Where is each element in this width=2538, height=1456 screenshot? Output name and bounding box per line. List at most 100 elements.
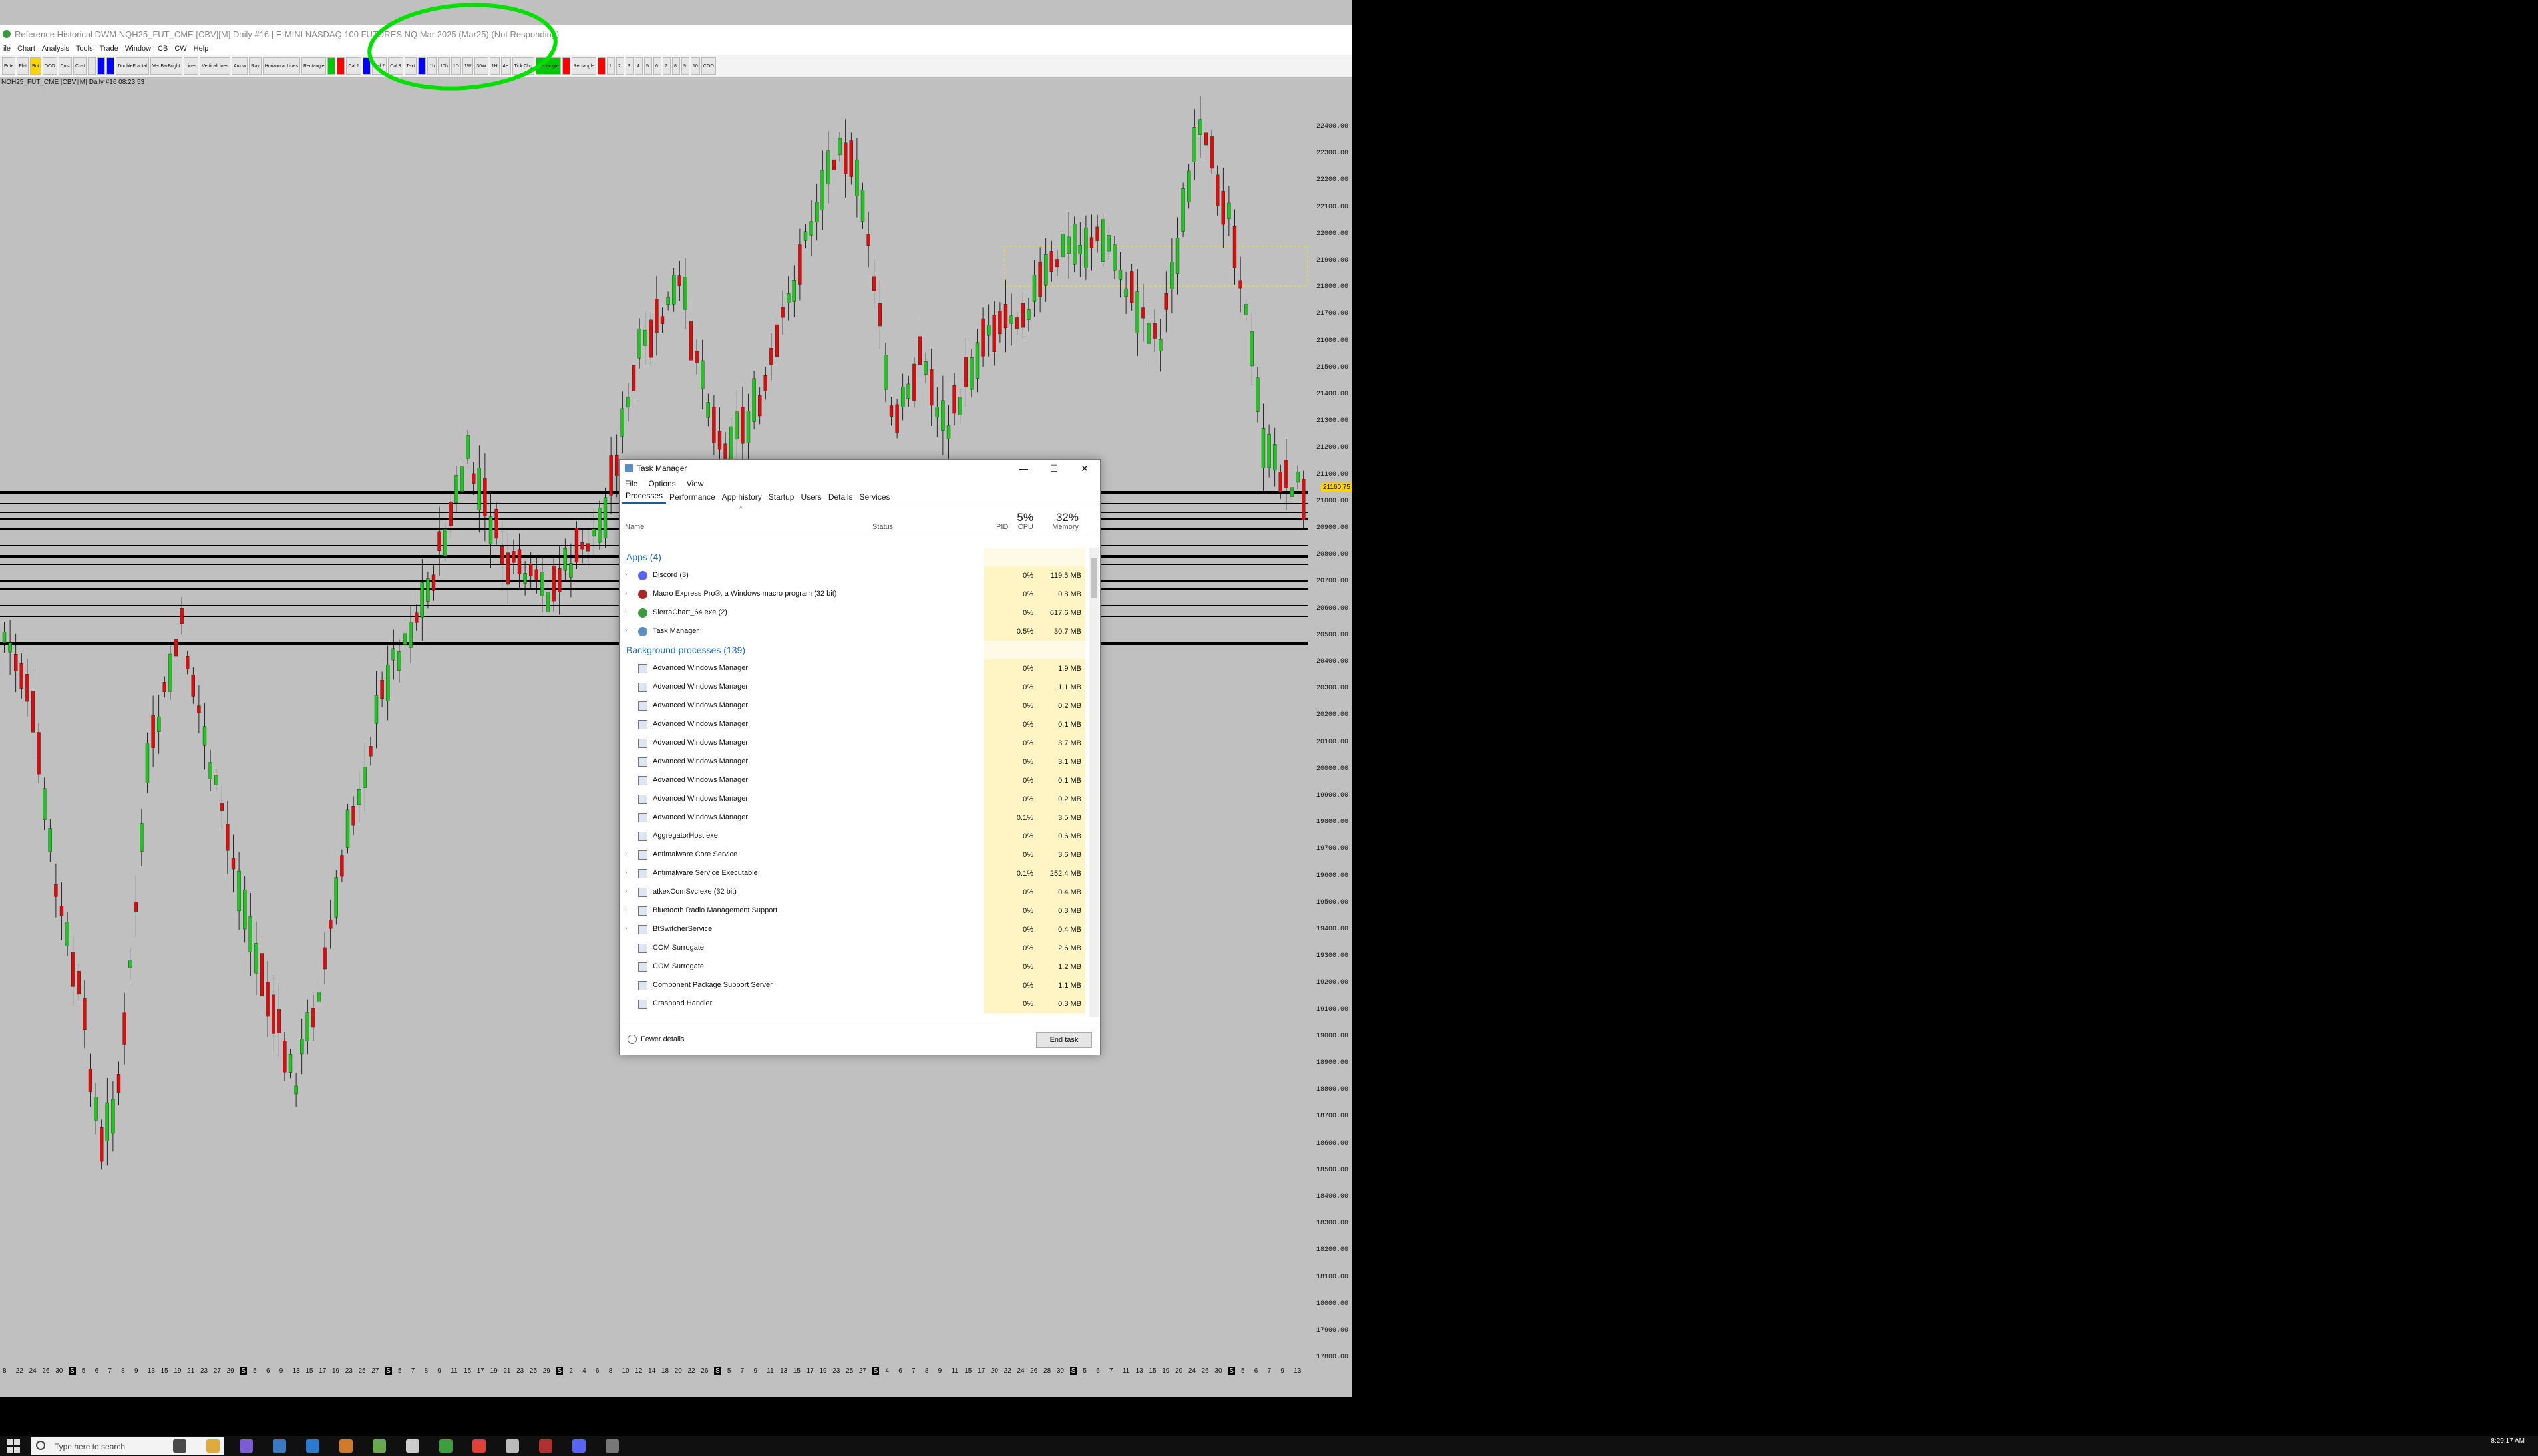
process-row[interactable]: Advanced Windows Manager316200%0.1 MB: [620, 771, 1085, 790]
tab-details[interactable]: Details: [825, 492, 856, 504]
sierra-menu-item[interactable]: Trade: [100, 45, 118, 53]
chart-toolbar-button[interactable]: Lines: [183, 57, 199, 75]
chart-toolbar-button[interactable]: Tick Chg: [512, 57, 534, 75]
taskbar-app-icon[interactable]: [539, 1439, 552, 1453]
chart-toolbar-button[interactable]: DoubleFractal: [116, 57, 149, 75]
column-status[interactable]: Status: [872, 523, 893, 531]
chart-toolbar-button[interactable]: 5: [644, 57, 653, 75]
taskbar-app-icon[interactable]: [406, 1439, 419, 1453]
sierra-menu-item[interactable]: Help: [194, 45, 209, 53]
process-row[interactable]: Crashpad Handler301720%0.3 MB: [620, 995, 1085, 1013]
chart-toolbar-button[interactable]: COO: [701, 57, 716, 75]
process-row[interactable]: › Discord (3) 0% 119.5 MB: [620, 566, 1085, 585]
price-scale[interactable]: 21160.75 22400.00 22300.00 22200.00 22100.0…: [1314, 87, 1352, 1377]
chart-toolbar-button[interactable]: [337, 57, 345, 75]
chart-toolbar-button[interactable]: VerticalLines: [200, 57, 231, 75]
column-pid[interactable]: PID: [996, 523, 1008, 531]
taskbar-app-icon[interactable]: [306, 1439, 319, 1453]
chart-toolbar-button[interactable]: 1D: [451, 57, 461, 75]
expand-chevron-icon[interactable]: ›: [625, 850, 627, 858]
tm-menu-item[interactable]: Options: [648, 479, 675, 488]
chart-toolbar-button[interactable]: 8: [672, 57, 681, 75]
chart-toolbar-button[interactable]: Rectangle: [535, 57, 561, 75]
expand-chevron-icon[interactable]: ›: [625, 571, 627, 578]
chart-toolbar-button[interactable]: 9: [681, 57, 690, 75]
chart-toolbar-button[interactable]: Cust: [73, 57, 87, 75]
fewer-details-link[interactable]: Fewer details: [628, 1035, 684, 1044]
chart-toolbar-button[interactable]: Rectangle: [301, 57, 327, 75]
tab-app-history[interactable]: App history: [719, 492, 765, 504]
process-row[interactable]: ›Antimalware Service Executable52800.1%2…: [620, 864, 1085, 883]
process-row[interactable]: Advanced Windows Manager126600%1.1 MB: [620, 678, 1085, 697]
sierra-menu-item[interactable]: Tools: [76, 45, 93, 53]
chart-toolbar-button[interactable]: [362, 57, 371, 75]
taskbar-app-icon[interactable]: [439, 1439, 453, 1453]
chart-toolbar-button[interactable]: Ente: [2, 57, 16, 75]
system-tray[interactable]: 8:29:17 AM: [2491, 1437, 2525, 1445]
process-row[interactable]: AggregatorHost.exe98640%0.6 MB: [620, 827, 1085, 846]
chart-toolbar-button[interactable]: 1: [607, 57, 616, 75]
taskbar-app-icon[interactable]: [606, 1439, 619, 1453]
chart-toolbar-button[interactable]: [97, 57, 106, 75]
chart-toolbar-button[interactable]: 6: [653, 57, 662, 75]
column-name[interactable]: Name: [625, 523, 644, 531]
sierra-menu-item[interactable]: Chart: [17, 45, 35, 53]
chart-toolbar-button[interactable]: [418, 57, 427, 75]
chart-toolbar-button[interactable]: Flat: [17, 57, 29, 75]
process-row[interactable]: ›atkexComSvc.exe (32 bit)50920%0.4 MB: [620, 883, 1085, 902]
chart-toolbar-button[interactable]: Cal 1: [346, 57, 361, 75]
chart-toolbar-button[interactable]: Cal 3: [388, 57, 403, 75]
process-row[interactable]: Component Package Support Server245400%1…: [620, 976, 1085, 995]
process-group-header[interactable]: Apps (4): [620, 548, 1085, 566]
process-row[interactable]: › SierraChart_64.exe (2) 0% 617.6 MB: [620, 604, 1085, 622]
chart-toolbar-button[interactable]: [88, 57, 96, 75]
column-memory[interactable]: Memory: [1045, 523, 1079, 531]
chart-toolbar-button[interactable]: VertBarBright: [150, 57, 182, 75]
chart-toolbar-button[interactable]: 2: [616, 57, 625, 75]
column-cpu[interactable]: CPU: [1013, 523, 1033, 531]
chart-toolbar-button[interactable]: Horizontal Lines: [262, 57, 300, 75]
taskbar-app-icon[interactable]: [240, 1439, 253, 1453]
taskbar-app-icon[interactable]: [206, 1439, 220, 1453]
chart-toolbar-button[interactable]: Rectangle: [571, 57, 597, 75]
chart-toolbar-button[interactable]: Text: [404, 57, 417, 75]
expand-chevron-icon[interactable]: ›: [625, 608, 627, 616]
expand-chevron-icon[interactable]: ›: [625, 906, 627, 914]
close-button[interactable]: ✕: [1069, 463, 1100, 474]
chart-toolbar-button[interactable]: 30W: [474, 57, 488, 75]
chart-toolbar-button[interactable]: Cal 2: [371, 57, 387, 75]
sierra-menu-item[interactable]: CB: [158, 45, 168, 53]
minimize-button[interactable]: —: [1008, 463, 1039, 474]
process-row[interactable]: Advanced Windows Manager71200%3.7 MB: [620, 734, 1085, 753]
tab-processes[interactable]: Processes: [622, 491, 667, 504]
taskbar-app-icon[interactable]: [373, 1439, 386, 1453]
start-button[interactable]: [7, 1439, 20, 1453]
chart-toolbar-button[interactable]: 4H: [500, 57, 511, 75]
process-row[interactable]: Advanced Windows Manager152920%0.2 MB: [620, 697, 1085, 715]
task-manager-title-bar[interactable]: Task Manager — ☐ ✕: [620, 460, 1100, 477]
process-group-header[interactable]: Background processes (139): [620, 641, 1085, 659]
maximize-button[interactable]: ☐: [1039, 463, 1069, 474]
expand-chevron-icon[interactable]: ›: [625, 888, 627, 895]
chart-toolbar-button[interactable]: 1h: [427, 57, 437, 75]
process-row[interactable]: Advanced Windows Manager317800%1.9 MB: [620, 659, 1085, 678]
expand-chevron-icon[interactable]: ›: [625, 925, 627, 932]
chart-toolbar-button[interactable]: [562, 57, 570, 75]
tm-menu-item[interactable]: View: [687, 479, 704, 488]
sierra-menu-item[interactable]: ile: [3, 45, 11, 53]
process-row[interactable]: ›BtSwitcherService50120%0.4 MB: [620, 920, 1085, 939]
chart-toolbar-button[interactable]: Ray: [249, 57, 262, 75]
chart-toolbar-button[interactable]: [106, 57, 115, 75]
chart-toolbar-button[interactable]: 10: [691, 57, 700, 75]
chart-toolbar-button[interactable]: 7: [663, 57, 671, 75]
process-row[interactable]: Advanced Windows Manager110400%3.1 MB: [620, 753, 1085, 771]
process-row[interactable]: › Macro Express Pro®, a Windows macro pro…: [620, 585, 1085, 604]
process-list-scrollbar[interactable]: [1089, 548, 1099, 1017]
process-row[interactable]: ›Antimalware Core Service52880%3.6 MB: [620, 846, 1085, 864]
tab-performance[interactable]: Performance: [666, 492, 719, 504]
expand-chevron-icon[interactable]: ›: [625, 590, 627, 597]
chart-toolbar-button[interactable]: 10h: [438, 57, 450, 75]
chart-toolbar-button[interactable]: 4: [635, 57, 643, 75]
process-row[interactable]: ›Bluetooth Radio Management Support50800…: [620, 902, 1085, 920]
process-row[interactable]: Advanced Windows Manager190440.1%3.5 MB: [620, 809, 1085, 827]
